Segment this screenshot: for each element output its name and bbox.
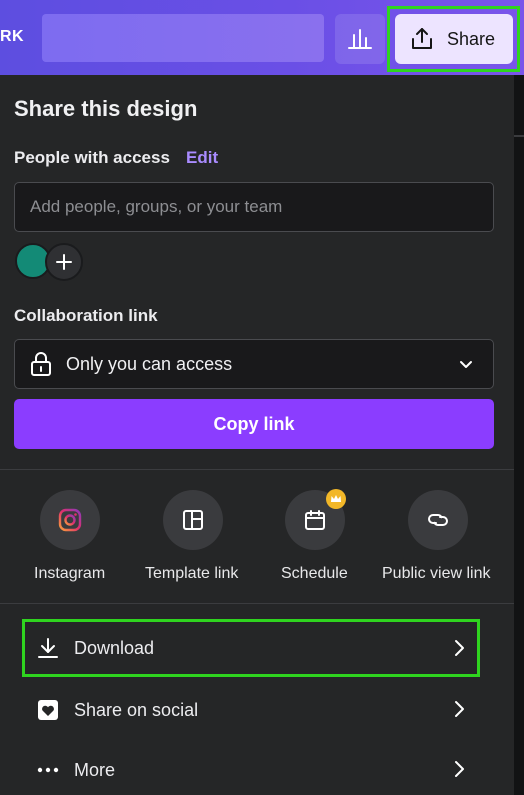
share-on-social-label: Share on social [74,699,199,720]
template-link-label: Template link [145,565,239,582]
share-upload-icon [412,28,432,49]
schedule-label: Schedule [281,565,348,582]
instagram-label: Instagram [34,565,106,582]
link-icon [428,514,448,526]
crown-icon [326,489,346,509]
panel-title: Share this design [14,96,198,121]
download-icon [36,636,70,660]
chevron-down-icon [460,361,472,368]
add-person-button[interactable] [45,243,83,281]
heart-icon [36,698,70,722]
bar-chart-icon [348,29,372,49]
edit-access-link[interactable]: Edit [186,148,218,168]
chevron-right-icon [455,640,464,656]
more-icon [36,758,70,782]
share-button[interactable]: Share [395,14,513,64]
add-people-input[interactable] [14,182,494,232]
access-level-value: Only you can access [66,353,233,374]
top-bar: RK Share [0,0,524,75]
calendar-icon [305,510,325,530]
canvas-edge [514,75,524,795]
instagram-icon [58,508,82,532]
canvas-edge-line [514,135,524,137]
insights-button[interactable] [335,14,385,64]
people-with-access-label: People with access [14,148,170,167]
copy-link-button[interactable]: Copy link [14,399,494,449]
divider [0,603,514,604]
divider [0,469,514,470]
public-view-link-label: Public view link [382,565,491,582]
design-title-field[interactable] [42,14,324,62]
template-link-icon [183,510,203,530]
chevron-right-icon [455,701,464,717]
share-button-label: Share [447,28,496,49]
plus-icon [56,254,72,270]
chevron-right-icon [455,761,464,777]
public-view-link-shortcut-button[interactable] [408,490,468,550]
access-level-dropdown[interactable]: Only you can access [14,339,494,389]
instagram-shortcut-button[interactable] [40,490,100,550]
more-row[interactable]: More [22,741,480,795]
lock-icon [31,352,51,376]
download-label: Download [74,637,155,658]
more-label: More [74,759,116,780]
share-on-social-row[interactable]: Share on social [22,681,480,739]
download-row[interactable]: Download [22,619,480,677]
collaboration-link-label: Collaboration link [14,306,158,325]
header-text: RK [0,28,25,45]
template-link-shortcut-button[interactable] [163,490,223,550]
